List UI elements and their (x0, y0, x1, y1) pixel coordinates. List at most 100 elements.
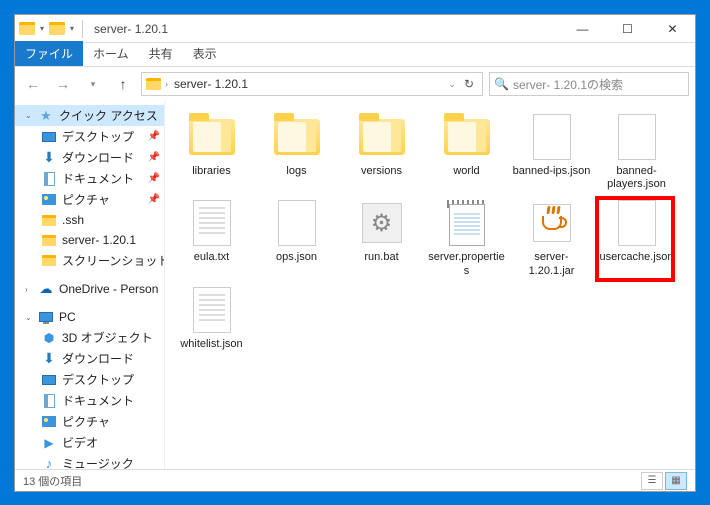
annotation-arrow (169, 355, 695, 469)
forward-button[interactable]: → (51, 72, 75, 96)
nav-downloads2[interactable]: ⬇ダウンロード (15, 348, 164, 369)
tab-share[interactable]: 共有 (139, 41, 183, 66)
up-button[interactable]: ↑ (111, 72, 135, 96)
file-icon (609, 113, 665, 161)
nav-pictures[interactable]: ピクチャ📌 (15, 189, 164, 210)
chevron-right-icon[interactable]: › (165, 79, 168, 89)
file-label: eula.txt (194, 251, 229, 264)
file-label: logs (286, 165, 306, 178)
file-item[interactable]: eula.txt (169, 195, 254, 281)
folder-icon (49, 22, 65, 35)
file-item[interactable]: banned-ips.json (509, 109, 594, 195)
folder-icon (42, 255, 56, 266)
address-row: ← → ▾ ↑ › server- 1.20.1 ⌄ ↻ 🔍 server- 1… (15, 67, 695, 101)
nav-onedrive[interactable]: ›☁OneDrive - Person (15, 279, 164, 299)
nav-desktop[interactable]: デスクトップ📌 (15, 126, 164, 147)
refresh-icon[interactable]: ↻ (460, 77, 478, 91)
tab-view[interactable]: 表示 (183, 41, 227, 66)
objects3d-icon: ⬢ (41, 330, 57, 346)
pc-icon (39, 312, 53, 322)
folder-icon (146, 78, 161, 90)
view-icons-button[interactable]: ▦ (665, 472, 687, 490)
recent-dropdown-icon[interactable]: ▾ (81, 72, 105, 96)
file-item[interactable]: server- 1.20.1.jar (509, 195, 594, 281)
folder-icon (269, 113, 325, 161)
cloud-icon: ☁ (38, 281, 54, 297)
qat-dropdown-icon[interactable]: ▾ (68, 24, 76, 33)
nav-documents[interactable]: ドキュメント📌 (15, 168, 164, 189)
navigation-pane[interactable]: ⌄★クイック アクセス デスクトップ📌 ⬇ダウンロード📌 ドキュメント📌 ピクチ… (15, 101, 165, 469)
window-title: server- 1.20.1 (90, 22, 560, 36)
pin-icon: 📌 (148, 152, 160, 163)
file-label: usercache.json (600, 251, 674, 264)
address-bar[interactable]: › server- 1.20.1 ⌄ ↻ (141, 72, 483, 96)
document-icon (44, 172, 55, 186)
close-button[interactable]: ✕ (650, 15, 695, 43)
tab-file[interactable]: ファイル (15, 41, 83, 66)
file-item[interactable]: logs (254, 109, 339, 195)
file-label: ops.json (276, 251, 317, 264)
pin-icon: 📌 (148, 131, 160, 142)
file-label: world (453, 165, 479, 178)
jar-file-icon (524, 199, 580, 247)
nav-pc[interactable]: ⌄PC (15, 307, 164, 327)
titlebar[interactable]: ▾ ▾ server- 1.20.1 — ☐ ✕ (15, 15, 695, 43)
nav-3d[interactable]: ⬢3D オブジェクト (15, 327, 164, 348)
document-icon (44, 394, 55, 408)
file-item[interactable]: libraries (169, 109, 254, 195)
file-label: server- 1.20.1.jar (511, 251, 592, 277)
file-label: banned-players.json (596, 165, 677, 191)
file-item[interactable]: ⚙run.bat (339, 195, 424, 281)
file-item[interactable]: usercache.json (594, 195, 679, 281)
text-file-icon (184, 199, 240, 247)
text-file-icon (184, 286, 240, 334)
tab-home[interactable]: ホーム (83, 41, 139, 66)
star-icon: ★ (38, 108, 54, 124)
nav-downloads[interactable]: ⬇ダウンロード📌 (15, 147, 164, 168)
nav-ssh[interactable]: .ssh (15, 210, 164, 230)
batch-file-icon: ⚙ (354, 199, 410, 247)
search-input[interactable]: 🔍 server- 1.20.1の検索 (489, 72, 689, 96)
file-icon (609, 199, 665, 247)
nav-documents2[interactable]: ドキュメント (15, 390, 164, 411)
folder-icon (354, 113, 410, 161)
folder-icon (42, 215, 56, 226)
desktop-icon (42, 375, 56, 385)
search-icon: 🔍 (494, 77, 509, 91)
file-item[interactable]: ops.json (254, 195, 339, 281)
file-item[interactable]: world (424, 109, 509, 195)
nav-screenshot[interactable]: スクリーンショット (15, 250, 164, 271)
file-label: banned-ips.json (513, 165, 591, 178)
breadcrumb[interactable]: server- 1.20.1 (172, 77, 250, 91)
back-button[interactable]: ← (21, 72, 45, 96)
download-icon: ⬇ (41, 351, 57, 367)
folder-icon (184, 113, 240, 161)
video-icon: ▶ (41, 435, 57, 451)
nav-pictures2[interactable]: ピクチャ (15, 411, 164, 432)
ribbon-tabs: ファイル ホーム 共有 表示 (15, 43, 695, 67)
file-item[interactable]: server.properties (424, 195, 509, 281)
file-icon (524, 113, 580, 161)
maximize-button[interactable]: ☐ (605, 15, 650, 43)
nav-quick-access[interactable]: ⌄★クイック アクセス (15, 105, 164, 126)
view-details-button[interactable]: ☰ (641, 472, 663, 490)
chevron-down-icon[interactable]: ⌄ (448, 79, 456, 90)
folder-icon (42, 235, 56, 246)
qat-dropdown-icon[interactable]: ▾ (38, 24, 46, 33)
pictures-icon (42, 194, 56, 205)
nav-videos[interactable]: ▶ビデオ (15, 432, 164, 453)
status-bar: 13 個の項目 ☰ ▦ (15, 469, 695, 491)
folder-icon (19, 22, 35, 35)
nav-desktop2[interactable]: デスクトップ (15, 369, 164, 390)
minimize-button[interactable]: — (560, 15, 605, 43)
search-placeholder: server- 1.20.1の検索 (513, 76, 623, 93)
folder-icon (439, 113, 495, 161)
nav-server[interactable]: server- 1.20.1 (15, 230, 164, 250)
nav-music[interactable]: ♪ミュージック (15, 453, 164, 469)
file-item[interactable]: versions (339, 109, 424, 195)
file-item[interactable]: banned-players.json (594, 109, 679, 195)
file-icon (269, 199, 325, 247)
file-item[interactable]: whitelist.json (169, 282, 254, 355)
file-view[interactable]: libraries logs versions world banned-ips.jso… (165, 101, 695, 469)
file-label: server.properties (426, 251, 507, 277)
